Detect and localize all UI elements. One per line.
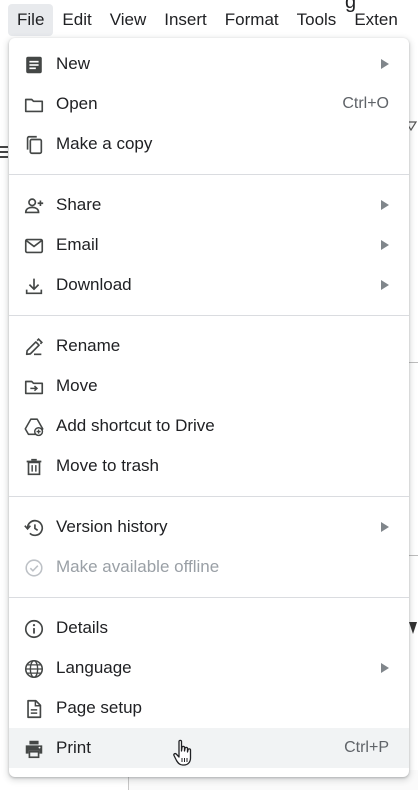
page-setup-icon: [23, 698, 45, 720]
menu-item-print[interactable]: Print Ctrl+P: [9, 728, 409, 768]
page-line: [408, 555, 418, 556]
keyboard-shortcut: Ctrl+O: [342, 95, 389, 112]
menu-item-label: Make available offline: [56, 557, 220, 576]
file-menu-dropdown: New Open Ctrl+O Make a copy Share Email: [9, 38, 409, 777]
menu-item-page-setup[interactable]: Page setup: [9, 688, 409, 728]
menu-item-label: Open: [56, 94, 98, 113]
trash-icon: [23, 456, 45, 478]
folder-icon: [23, 94, 45, 116]
mail-icon: [23, 235, 45, 257]
menu-item-new[interactable]: New: [9, 44, 409, 84]
menu-item-label: Download: [56, 275, 132, 294]
offline-check-icon: [23, 557, 45, 579]
copy-icon: [23, 134, 45, 156]
menu-item-language[interactable]: Language: [9, 648, 409, 688]
menu-item-label: Email: [56, 235, 99, 254]
menu-item-label: Make a copy: [56, 134, 153, 153]
menu-item-share[interactable]: Share: [9, 185, 409, 225]
person-add-icon: [23, 195, 45, 217]
rename-pencil-icon: [23, 336, 45, 358]
keyboard-shortcut: Ctrl+P: [344, 739, 389, 756]
menu-item-move-to-trash[interactable]: Move to trash: [9, 446, 409, 486]
menu-item-open[interactable]: Open Ctrl+O: [9, 84, 409, 124]
printer-icon: [23, 738, 45, 760]
menu-item-details[interactable]: Details: [9, 608, 409, 648]
menu-item-email[interactable]: Email: [9, 225, 409, 265]
menu-item-version-history[interactable]: Version history: [9, 507, 409, 547]
submenu-arrow-icon: [381, 280, 389, 290]
page-edge-mark-icon: [409, 622, 417, 634]
menu-insert[interactable]: Insert: [155, 4, 216, 36]
menu-item-make-copy[interactable]: Make a copy: [9, 124, 409, 164]
menu-tools[interactable]: Tools: [288, 4, 346, 36]
menu-divider: [9, 315, 409, 316]
menu-item-rename[interactable]: Rename: [9, 326, 409, 366]
submenu-arrow-icon: [381, 200, 389, 210]
submenu-arrow-icon: [381, 522, 389, 532]
menu-item-label: Details: [56, 618, 108, 637]
menu-item-label: Language: [56, 658, 132, 677]
menu-divider: [9, 174, 409, 175]
menu-item-label: Rename: [56, 336, 121, 355]
menu-bar: File Edit View Insert Format Tools Exten: [0, 0, 418, 40]
menu-item-label: Share: [56, 195, 102, 214]
menu-format[interactable]: Format: [216, 4, 288, 36]
menu-item-label: Page setup: [56, 698, 143, 717]
menu-item-label: Version history: [56, 517, 168, 536]
menu-item-label: Add shortcut to Drive: [56, 416, 215, 435]
history-icon: [23, 517, 45, 539]
move-folder-icon: [23, 376, 45, 398]
download-icon: [23, 275, 45, 297]
menu-item-label: Move to trash: [56, 456, 159, 475]
menu-edit[interactable]: Edit: [53, 4, 100, 36]
menu-item-add-shortcut[interactable]: Add shortcut to Drive: [9, 406, 409, 446]
menu-item-download[interactable]: Download: [9, 265, 409, 305]
menu-file[interactable]: File: [8, 4, 54, 36]
menu-item-label: Print: [56, 738, 91, 757]
menu-divider: [9, 496, 409, 497]
hand-pointer-cursor-icon: [173, 739, 192, 766]
menu-divider: [9, 597, 409, 598]
info-icon: [23, 618, 45, 640]
page-line: [408, 362, 418, 363]
submenu-arrow-icon: [381, 59, 389, 69]
menu-item-label: Move: [56, 376, 98, 395]
document-icon: [23, 54, 45, 76]
submenu-arrow-icon: [381, 663, 389, 673]
menu-item-move[interactable]: Move: [9, 366, 409, 406]
submenu-arrow-icon: [381, 240, 389, 250]
menu-item-make-available-offline: Make available offline: [9, 547, 409, 587]
menu-extensions[interactable]: Exten: [345, 4, 406, 36]
drive-shortcut-icon: [23, 416, 45, 438]
menu-view[interactable]: View: [101, 4, 156, 36]
globe-icon: [23, 658, 45, 680]
menu-item-label: New: [56, 54, 91, 73]
